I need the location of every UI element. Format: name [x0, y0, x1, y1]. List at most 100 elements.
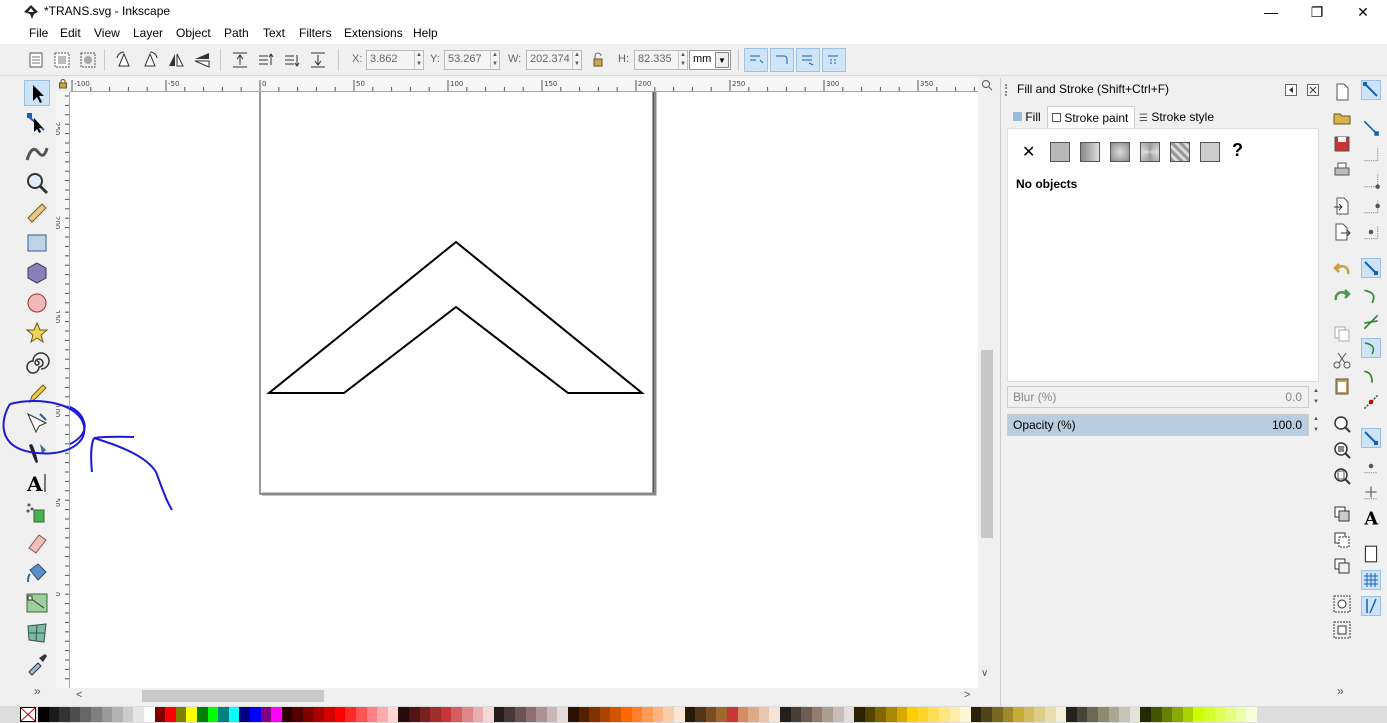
star-tool[interactable] [24, 320, 50, 346]
palette-swatch[interactable] [483, 707, 495, 722]
zoom-corner-icon[interactable] [981, 79, 993, 91]
tab-stroke-paint[interactable]: Stroke paint [1047, 106, 1135, 128]
palette-swatch[interactable] [780, 707, 791, 722]
palette-swatch[interactable] [91, 707, 102, 722]
palette-swatch[interactable] [1140, 707, 1152, 722]
palette-swatch[interactable] [271, 707, 283, 722]
palette-swatch[interactable] [59, 707, 71, 722]
y-field[interactable]: 53.267 ▲ ▼ [444, 50, 500, 70]
snap-nodes-toggle[interactable] [1361, 258, 1381, 278]
toolbox-more-button[interactable]: » [34, 684, 41, 698]
palette-swatch[interactable] [122, 707, 134, 722]
unset-paint-button[interactable]: ? [1232, 140, 1243, 161]
palette-swatch[interactable] [281, 707, 293, 722]
rect-tool[interactable] [24, 230, 50, 256]
undo-icon[interactable] [1332, 260, 1352, 280]
minimize-button[interactable]: — [1248, 2, 1294, 22]
palette-swatch[interactable] [504, 707, 516, 722]
palette-swatch[interactable] [801, 707, 813, 722]
palette-swatch[interactable] [525, 707, 537, 722]
palette-swatch[interactable] [165, 707, 177, 722]
bucket-tool[interactable] [24, 560, 50, 586]
select-all-icon[interactable] [26, 50, 46, 70]
opacity-slider[interactable]: Opacity (%) 100.0 [1007, 414, 1309, 436]
w-field[interactable]: 202.374 ▲ ▼ [526, 50, 582, 70]
h-spin-arrows[interactable]: ▲ ▼ [678, 51, 687, 69]
ungroup-icon[interactable] [1332, 620, 1352, 640]
palette-swatch[interactable] [939, 707, 950, 722]
palette-swatch[interactable] [886, 707, 897, 722]
palette-swatch[interactable] [515, 707, 526, 722]
palette-swatch[interactable] [1129, 707, 1141, 722]
redo-icon[interactable] [1332, 286, 1352, 306]
selector-tool[interactable] [24, 80, 50, 106]
scale-stroke-toggle[interactable] [744, 48, 768, 72]
palette-swatch[interactable] [133, 707, 145, 722]
zoom-tool[interactable] [24, 170, 50, 196]
palette-swatch[interactable] [758, 707, 770, 722]
cut-icon[interactable] [1332, 350, 1352, 370]
palette-swatch[interactable] [186, 707, 198, 722]
palette-swatch[interactable] [843, 707, 855, 722]
palette-swatch[interactable] [970, 707, 982, 722]
dropper-tool[interactable] [24, 650, 50, 676]
palette-swatch[interactable] [1076, 707, 1088, 722]
rotate-ccw-icon[interactable] [114, 50, 134, 70]
palette-swatch[interactable] [907, 707, 919, 722]
h-field[interactable]: 82.335 ▲ ▼ [634, 50, 688, 70]
palette-swatch[interactable] [1108, 707, 1120, 722]
group-icon[interactable] [1332, 594, 1352, 614]
palette-swatch[interactable] [1066, 707, 1078, 722]
palette-swatch[interactable] [748, 707, 760, 722]
menu-text[interactable]: Text [263, 26, 285, 40]
panel-grip[interactable] [1005, 84, 1011, 96]
palette-swatch[interactable] [218, 707, 230, 722]
flat-color-button[interactable] [1050, 142, 1070, 162]
flip-horizontal-icon[interactable] [166, 50, 186, 70]
palette-swatch[interactable] [928, 707, 940, 722]
snap-others-toggle[interactable] [1361, 428, 1381, 448]
palette-swatch[interactable] [599, 707, 611, 722]
palette-swatch[interactable] [536, 707, 548, 722]
zoom-drawing-icon[interactable] [1332, 440, 1352, 460]
mesh-gradient-button[interactable] [1140, 142, 1160, 162]
import-icon[interactable] [1332, 196, 1352, 216]
menu-extensions[interactable]: Extensions [344, 26, 403, 40]
collapse-panel-icon[interactable] [1285, 84, 1297, 96]
palette-swatch[interactable] [652, 707, 664, 722]
y-spin-arrows[interactable]: ▲ ▼ [490, 51, 499, 69]
palette-swatch[interactable] [419, 707, 431, 722]
snap-intersection-icon[interactable] [1361, 312, 1381, 332]
palette-swatch[interactable] [409, 707, 420, 722]
measure-tool[interactable] [24, 200, 50, 226]
palette-swatch[interactable] [472, 707, 484, 722]
spray-tool[interactable] [24, 500, 50, 526]
palette-swatch[interactable] [80, 707, 92, 722]
palette-swatch[interactable] [578, 707, 590, 722]
w-spin-arrows[interactable]: ▲ ▼ [572, 51, 581, 69]
palette-swatch[interactable] [48, 707, 60, 722]
menu-view[interactable]: View [94, 26, 120, 40]
palette-swatch[interactable] [1214, 707, 1226, 722]
scroll-left-arrow[interactable]: < [76, 689, 82, 701]
palette-swatch[interactable] [960, 707, 972, 722]
palette-swatch[interactable] [790, 707, 802, 722]
raise-icon[interactable] [256, 50, 276, 70]
lower-to-bottom-icon[interactable] [308, 50, 328, 70]
palette-swatch[interactable] [727, 707, 738, 722]
clone-icon[interactable] [1332, 530, 1352, 550]
x-field[interactable]: 3.862 ▲ ▼ [366, 50, 424, 70]
snap-smooth-icon[interactable] [1361, 366, 1381, 386]
palette-swatch[interactable] [38, 707, 49, 722]
lock-guides-icon[interactable] [58, 79, 68, 89]
palette-swatch[interactable] [1225, 707, 1237, 722]
palette-swatch[interactable] [737, 707, 749, 722]
palette-swatch[interactable] [833, 707, 844, 722]
snap-bbox-edge-icon[interactable] [1361, 144, 1381, 164]
snap-bbox-center-icon[interactable] [1361, 222, 1381, 242]
tab-stroke-style[interactable]: ☰ Stroke style [1135, 106, 1221, 128]
scroll-down-arrow[interactable]: ∨ [981, 668, 988, 679]
palette-swatch[interactable] [154, 707, 166, 722]
tweak-tool[interactable] [24, 140, 50, 166]
palette-swatch[interactable] [1098, 707, 1109, 722]
